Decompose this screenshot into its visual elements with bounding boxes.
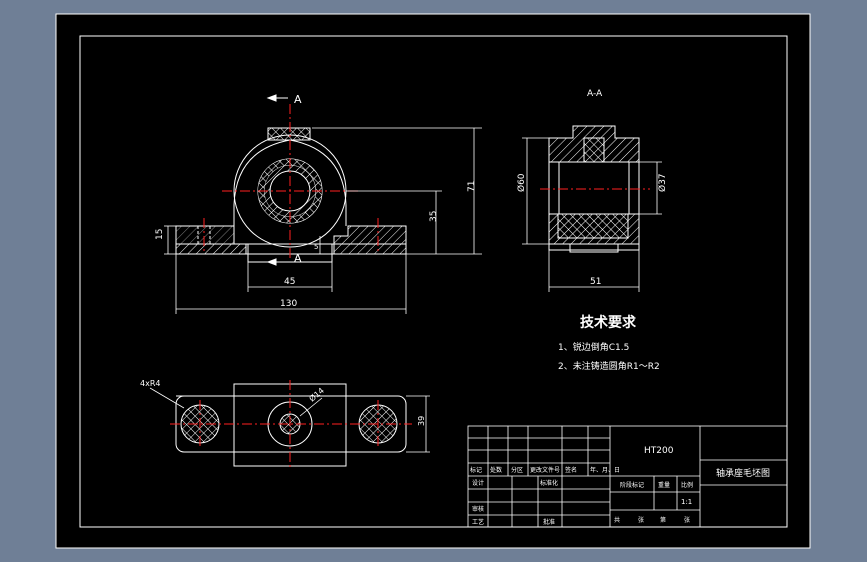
tech-req-item-1: 1、锐边倒角C1.5 <box>558 341 629 353</box>
tb-part-name: 轴承座毛坯图 <box>716 467 770 479</box>
tb-left-1: 审核 <box>472 505 484 513</box>
section-view-title: A-A <box>587 89 603 99</box>
tb-mid-1: 批准 <box>543 518 555 526</box>
tb-header-3: 更改文件号 <box>530 466 560 474</box>
tb-stage-1: 重量 <box>658 481 670 489</box>
dim-inner-dia: Ø37 <box>657 173 668 192</box>
tb-mid-0: 标准化 <box>540 479 558 487</box>
tb-left-0: 设计 <box>472 479 484 487</box>
tb-sheet-0: 共 <box>614 516 620 524</box>
tech-req-title: 技术要求 <box>580 314 637 331</box>
dim-section-width: 51 <box>590 277 601 287</box>
dim-small: 5 <box>314 243 318 251</box>
dim-top-depth: 39 <box>417 416 426 426</box>
dim-half-width: 45 <box>284 277 295 287</box>
tb-header-0: 标记 <box>470 466 482 474</box>
tb-stage-0: 阶段标记 <box>620 481 644 489</box>
dim-total-width: 130 <box>280 299 297 309</box>
tb-left-2: 工艺 <box>472 518 484 526</box>
tb-stage-2: 比例 <box>681 481 693 489</box>
tb-header-1: 处数 <box>490 466 502 474</box>
drawing-sheet <box>56 14 810 548</box>
tech-req-item-2: 2、未注铸造圆角R1～R2 <box>558 360 660 372</box>
section-mark-top: A <box>294 93 302 106</box>
tb-sheet-1: 张 <box>638 516 644 524</box>
section-mark-bottom: A <box>294 252 302 265</box>
tb-sheet-3: 张 <box>684 516 690 524</box>
tb-material: HT200 <box>644 446 674 456</box>
dim-bolt-holes: 4xR4 <box>140 379 160 388</box>
tb-sheet-2: 第 <box>660 516 666 524</box>
tb-scale: 1:1 <box>681 498 692 506</box>
tb-header-4: 签名 <box>565 466 577 474</box>
dim-center-height: 35 <box>429 211 439 222</box>
tb-header-2: 分区 <box>511 466 523 474</box>
dim-outer-dia: Ø60 <box>516 173 527 192</box>
tb-header-5: 年、月、日 <box>590 466 620 474</box>
dim-base-thickness: 15 <box>155 229 165 240</box>
cad-drawing: A A 71 35 15 5 45 130 A-A Ø60 Ø37 51 技术要… <box>55 13 811 549</box>
dim-height-total: 71 <box>467 181 477 192</box>
